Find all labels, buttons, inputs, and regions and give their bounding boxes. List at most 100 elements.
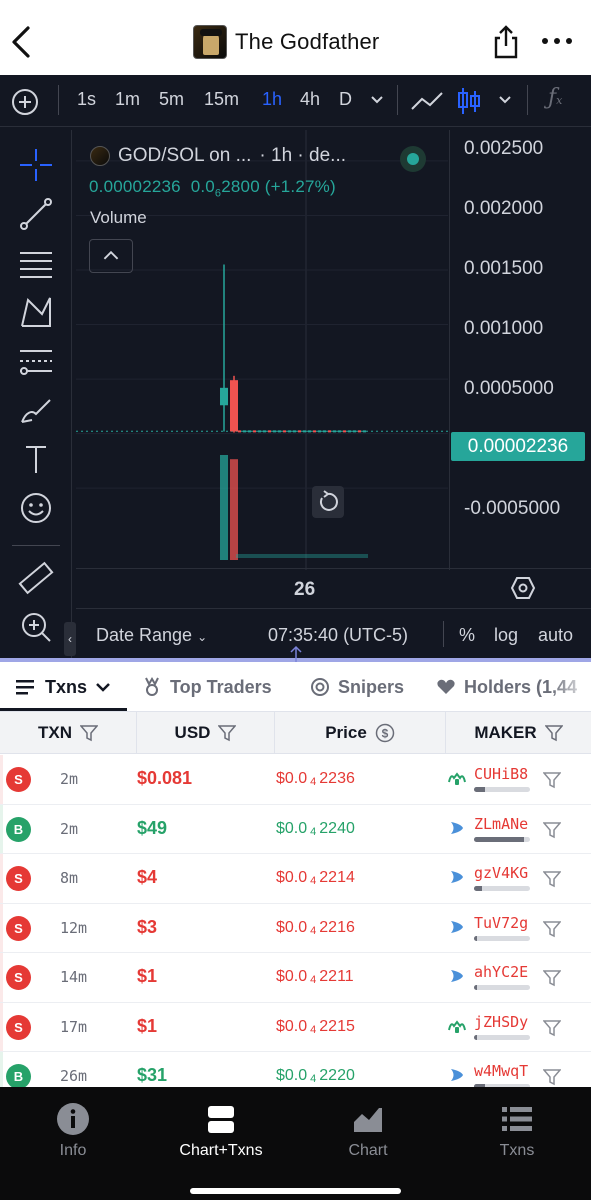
- chart-footer: Date Range ⌄ 07:35:40 (UTC-5) % log auto: [76, 608, 591, 658]
- interval-D[interactable]: D: [339, 89, 352, 110]
- txn-price: $0.0 4 2240: [276, 819, 355, 838]
- log-toggle[interactable]: log: [494, 625, 518, 646]
- filter-icon[interactable]: [80, 724, 98, 742]
- currency-toggle-icon[interactable]: $: [375, 723, 395, 743]
- txn-price: $0.0 4 2214: [276, 869, 355, 887]
- tab-txns[interactable]: Txns: [15, 662, 111, 711]
- dolphin-icon: [451, 1069, 463, 1081]
- plus-circle-icon[interactable]: [11, 88, 39, 116]
- table-row[interactable]: S 14m $1 $0.0 4 2211 ahYC2E: [0, 953, 591, 1003]
- filter-icon[interactable]: [543, 1069, 561, 1086]
- last-price-label: 0.00002236: [451, 432, 585, 461]
- maker-holding-bar: [474, 836, 530, 842]
- chevron-down-icon[interactable]: [498, 95, 512, 105]
- percent-toggle[interactable]: %: [459, 625, 475, 646]
- table-row[interactable]: S 2m $0.081 $0.0 4 2236 CUHiB8: [0, 755, 591, 805]
- txn-type-badge: S: [6, 915, 31, 941]
- filter-icon[interactable]: [543, 821, 561, 839]
- txn-age: 26m: [60, 1067, 88, 1085]
- text-icon[interactable]: [16, 439, 56, 479]
- col-usd[interactable]: USD: [137, 712, 275, 754]
- interval-15m[interactable]: 15m: [204, 89, 239, 110]
- interval-4h[interactable]: 4h: [300, 89, 320, 110]
- txn-list[interactable]: S 2m $0.081 $0.0 4 2236 CUHiB8 B 2m $49 $0.0 4 2240 Z…: [0, 755, 591, 1087]
- crosshair-icon[interactable]: [16, 145, 56, 185]
- emoji-icon[interactable]: [16, 488, 56, 528]
- candles-icon[interactable]: [457, 85, 481, 117]
- target-icon: [311, 678, 329, 696]
- maker-address-link[interactable]: gzV4KG: [474, 864, 528, 882]
- tab-top-traders[interactable]: Top Traders: [142, 662, 272, 711]
- trendline-icon[interactable]: [16, 194, 56, 234]
- candle-body: [268, 430, 271, 433]
- table-row[interactable]: B 26m $31 $0.0 4 2220 w4MwqT: [0, 1052, 591, 1087]
- txn-price: $0.0 4 2211: [276, 968, 354, 986]
- filter-icon[interactable]: [544, 724, 563, 742]
- ruler-icon[interactable]: [16, 558, 56, 598]
- col-txn[interactable]: TXN: [0, 712, 137, 754]
- maker-address-link[interactable]: w4MwqT: [474, 1062, 528, 1080]
- auto-toggle[interactable]: auto: [538, 625, 573, 646]
- fx-icon[interactable]: ƒx: [548, 85, 562, 110]
- tab-snipers[interactable]: Snipers: [310, 662, 404, 711]
- date-range-button[interactable]: Date Range ⌄: [96, 625, 207, 646]
- maker-address-link[interactable]: ZLmANe: [474, 815, 528, 833]
- filter-icon[interactable]: [543, 970, 561, 987]
- table-row[interactable]: S 12m $3 $0.0 4 2216 TuV72g: [0, 903, 591, 953]
- row-side-indicator: [0, 854, 3, 903]
- line-chart-icon[interactable]: [410, 89, 444, 113]
- price-axis[interactable]: 0.002500 0.002000 0.001500 0.001000 0.00…: [449, 130, 591, 570]
- chevron-up-icon[interactable]: [89, 239, 133, 273]
- maker-address-link[interactable]: TuV72g: [474, 914, 528, 932]
- tab-label: Top Traders: [170, 676, 272, 697]
- filter-icon[interactable]: [543, 871, 561, 888]
- maker-address-link[interactable]: jZHSDy: [474, 1013, 528, 1031]
- reset-chart-icon[interactable]: [312, 486, 344, 518]
- txn-type-badge: S: [6, 866, 31, 891]
- col-maker[interactable]: MAKER: [446, 712, 591, 754]
- nav-info[interactable]: Info: [13, 1102, 133, 1160]
- settings-icon[interactable]: [510, 575, 536, 601]
- interval-1s[interactable]: 1s: [77, 89, 96, 110]
- brush-icon[interactable]: [16, 390, 56, 430]
- filter-icon[interactable]: [543, 1019, 561, 1037]
- interval-1m[interactable]: 1m: [115, 89, 140, 110]
- tab-label: Txns: [45, 676, 88, 697]
- table-row[interactable]: B 2m $49 $0.0 4 2240 ZLmANe: [0, 804, 591, 854]
- table-row[interactable]: S 17m $1 $0.0 4 2215 jZHSDy: [0, 1002, 591, 1052]
- nav-chart[interactable]: Chart: [308, 1102, 428, 1160]
- nav-chart-txns[interactable]: Chart+Txns: [161, 1102, 281, 1160]
- maker-address-link[interactable]: CUHiB8: [474, 765, 528, 783]
- chevron-left-icon[interactable]: [6, 22, 40, 62]
- collapse-toolbar-button[interactable]: ‹: [64, 622, 76, 656]
- candle-body: [258, 430, 261, 433]
- dolphin-icon: [451, 821, 463, 834]
- table-row[interactable]: S 8m $4 $0.0 4 2214 gzV4KG: [0, 854, 591, 904]
- volume-bar: [220, 455, 228, 560]
- legend-change-prefix: 0.0: [190, 177, 215, 196]
- share-icon[interactable]: [491, 24, 521, 60]
- candle-body: [308, 430, 311, 433]
- chevron-down-icon[interactable]: [370, 95, 384, 105]
- candle-body: [263, 430, 266, 433]
- filter-icon[interactable]: [543, 772, 561, 789]
- nav-label: Chart+Txns: [179, 1142, 263, 1159]
- row-side-indicator: [0, 1002, 3, 1051]
- pattern-icon[interactable]: [16, 292, 56, 332]
- more-dots-icon[interactable]: [540, 34, 574, 48]
- filter-icon[interactable]: [218, 724, 237, 742]
- horizontal-lines-icon[interactable]: [16, 243, 56, 283]
- nav-txns[interactable]: Txns: [457, 1102, 577, 1160]
- fib-icon[interactable]: [16, 341, 56, 381]
- txn-type-badge: S: [6, 965, 31, 990]
- txn-type-badge: S: [6, 1014, 31, 1040]
- top-nav: The Godfather: [0, 0, 591, 75]
- filter-icon[interactable]: [543, 920, 561, 938]
- zoom-in-icon[interactable]: [16, 607, 56, 647]
- maker-address-link[interactable]: ahYC2E: [474, 963, 528, 981]
- interval-5m[interactable]: 5m: [159, 89, 184, 110]
- txn-usd: $31: [137, 1065, 168, 1085]
- col-price[interactable]: Price $: [275, 712, 446, 754]
- interval-1h[interactable]: 1h: [262, 89, 282, 110]
- time-axis[interactable]: 26: [76, 568, 591, 608]
